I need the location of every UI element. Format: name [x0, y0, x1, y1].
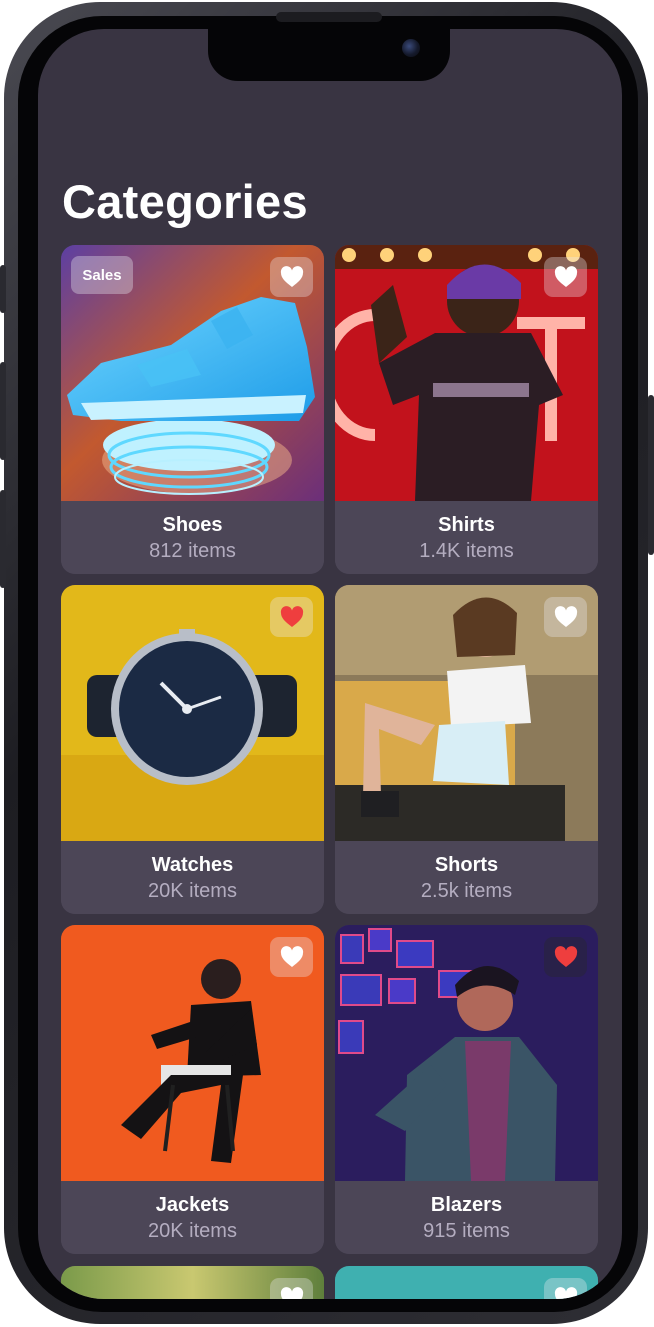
category-card-shirts[interactable]: Shirts 1.4K items [335, 245, 598, 574]
category-name: Shorts [434, 854, 499, 876]
front-camera [402, 39, 420, 57]
card-info: Blazers 915 items [335, 1181, 598, 1254]
app-screen: Categories Sales Shoes 812 items Shirts … [38, 29, 622, 1299]
favorite-button[interactable] [270, 597, 313, 637]
category-name: Shirts [438, 514, 495, 536]
notch [208, 29, 450, 81]
heart-icon [280, 1287, 303, 1299]
favorite-button[interactable] [544, 597, 587, 637]
volume-down-button [0, 490, 6, 588]
item-count: 1.4K items [419, 540, 514, 562]
category-name: Watches [151, 854, 234, 876]
heart-icon [554, 266, 577, 287]
heart-icon [554, 946, 577, 967]
item-count: 915 items [423, 1220, 510, 1242]
favorite-button[interactable] [544, 937, 587, 977]
category-card-shoes[interactable]: Sales Shoes 812 items [61, 245, 324, 574]
favorite-button[interactable] [544, 1278, 587, 1299]
category-card-shorts[interactable]: Shorts 2.5k items [335, 585, 598, 914]
card-info: Shoes 812 items [61, 501, 324, 574]
item-count: 2.5k items [420, 880, 513, 902]
sales-badge: Sales [71, 256, 133, 294]
page-title: Categories [62, 175, 308, 228]
heart-icon [554, 1287, 577, 1299]
heart-icon [280, 606, 303, 627]
item-count: 20K items [148, 880, 237, 902]
category-card-partial[interactable] [61, 1266, 324, 1299]
card-info: Shorts 2.5k items [335, 841, 598, 914]
heart-icon [554, 606, 577, 627]
silent-switch [0, 265, 6, 313]
earpiece-speaker [276, 12, 382, 22]
volume-up-button [0, 362, 6, 460]
favorite-button[interactable] [544, 257, 587, 297]
category-card-partial[interactable] [335, 1266, 598, 1299]
heart-icon [280, 946, 303, 967]
category-card-blazers[interactable]: Blazers 915 items [335, 925, 598, 1254]
category-name: Blazers [430, 1194, 503, 1216]
favorite-button[interactable] [270, 1278, 313, 1299]
category-card-jackets[interactable]: Jackets 20K items [61, 925, 324, 1254]
card-info: Watches 20K items [61, 841, 324, 914]
category-card-watches[interactable]: Watches 20K items [61, 585, 324, 914]
heart-icon [280, 266, 303, 287]
power-button [648, 395, 654, 555]
item-count: 812 items [149, 540, 236, 562]
category-name: Jackets [155, 1194, 230, 1216]
item-count: 20K items [148, 1220, 237, 1242]
favorite-button[interactable] [270, 937, 313, 977]
favorite-button[interactable] [270, 257, 313, 297]
category-name: Shoes [162, 514, 223, 536]
card-info: Jackets 20K items [61, 1181, 324, 1254]
card-info: Shirts 1.4K items [335, 501, 598, 574]
